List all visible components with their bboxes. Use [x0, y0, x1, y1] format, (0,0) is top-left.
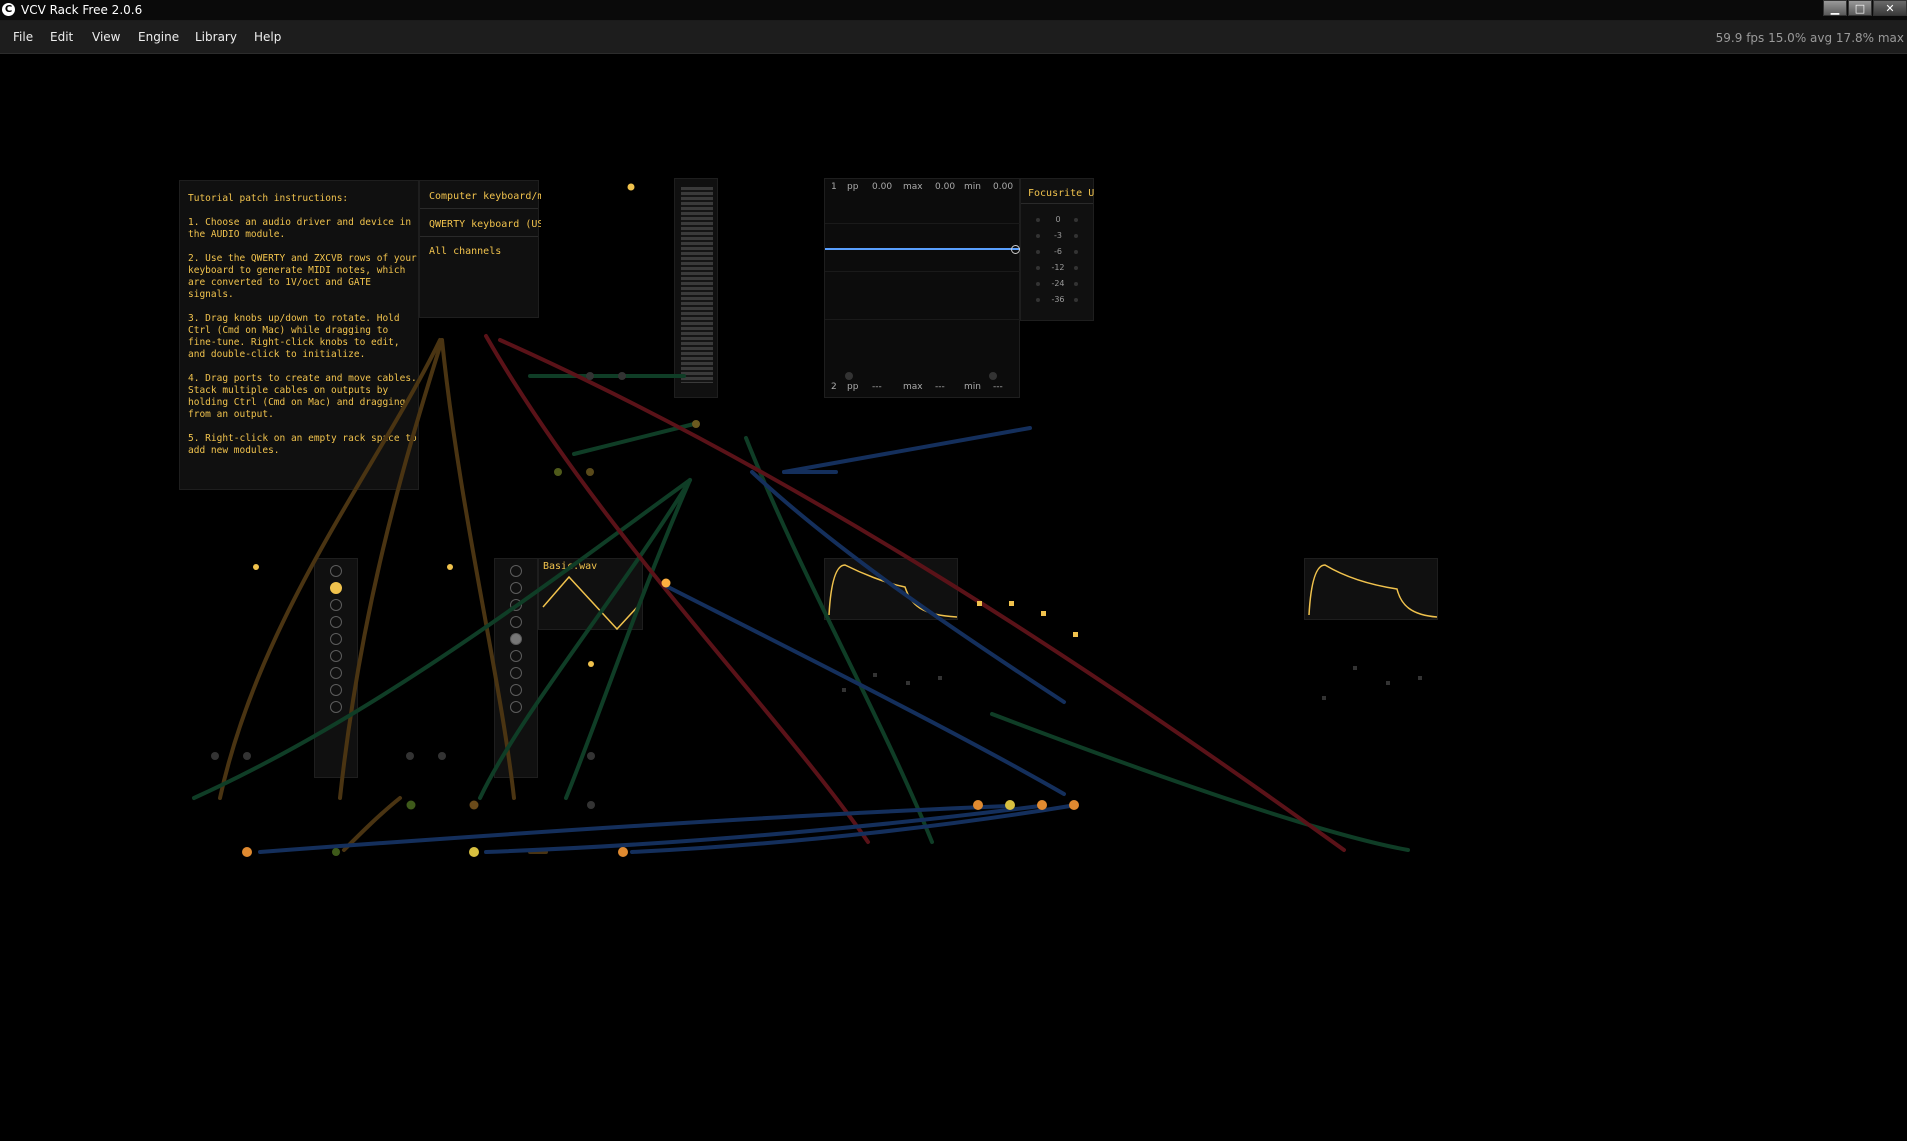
window-title: VCV Rack Free 2.0.6: [21, 3, 143, 17]
patch-cables: [192, 183, 1422, 857]
close-button[interactable]: ✕: [1873, 0, 1907, 16]
menu-bar: File Edit View Engine Library Help 59.9 …: [0, 21, 1907, 54]
menu-engine[interactable]: Engine: [138, 30, 179, 44]
app-logo-icon: C: [2, 3, 15, 16]
menu-edit[interactable]: Edit: [50, 30, 73, 44]
rack-canvas[interactable]: Tutorial patch instructions: 1. Choose a…: [0, 54, 1907, 1141]
orange-cables: [218, 338, 548, 854]
window-controls: ▁ □ ✕: [1822, 0, 1907, 17]
menu-library[interactable]: Library: [195, 30, 237, 44]
menu-file[interactable]: File: [13, 30, 33, 44]
maximize-button[interactable]: □: [1848, 0, 1872, 16]
green-cables: [192, 374, 1410, 852]
menu-help[interactable]: Help: [254, 30, 281, 44]
minimize-button[interactable]: ▁: [1823, 0, 1847, 16]
jacks: [211, 183, 1422, 857]
performance-readout: 59.9 fps 15.0% avg 17.8% max: [1715, 31, 1904, 45]
blue-cables: [258, 426, 1072, 854]
window-titlebar: C VCV Rack Free 2.0.6 ▁ □ ✕: [0, 0, 1907, 21]
menu-view[interactable]: View: [92, 30, 120, 44]
